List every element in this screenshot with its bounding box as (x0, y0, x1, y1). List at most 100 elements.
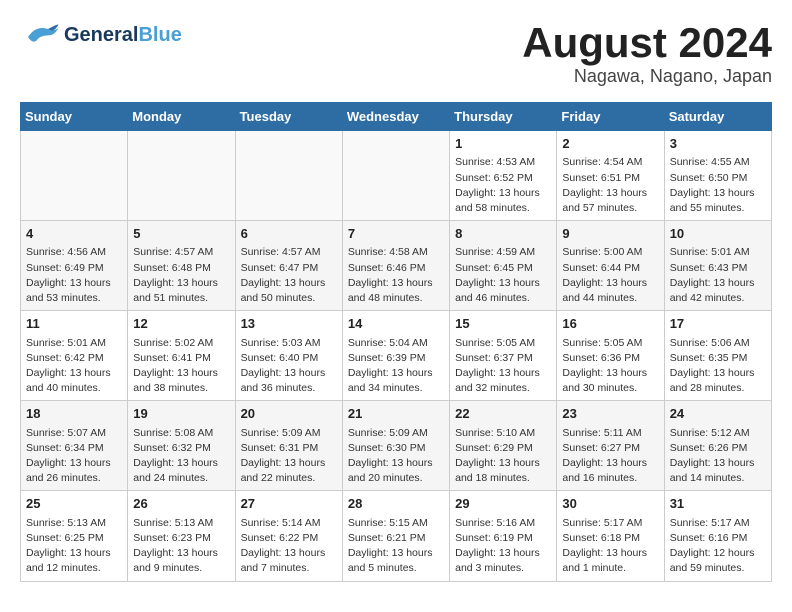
calendar-day-cell: 17Sunrise: 5:06 AM Sunset: 6:35 PM Dayli… (664, 311, 771, 401)
day-info: Sunrise: 5:15 AM Sunset: 6:21 PM Dayligh… (348, 516, 444, 577)
calendar-week-row: 18Sunrise: 5:07 AM Sunset: 6:34 PM Dayli… (21, 401, 772, 491)
calendar-day-cell: 21 Sunrise: 5:09 AM Sunset: 6:30 PM Dayli… (342, 401, 449, 491)
day-number: 25 (26, 495, 122, 513)
calendar-day-cell: 1 Sunrise: 4:53 AM Sunset: 6:52 PM Daylig… (450, 131, 557, 221)
day-number: 15 (455, 315, 551, 333)
day-number: 22 (455, 405, 551, 423)
page-header: GeneralBlue August 2024 Nagawa, Nagano, … (20, 20, 772, 87)
calendar-week-row: 11Sunrise: 5:01 AM Sunset: 6:42 PM Dayli… (21, 311, 772, 401)
day-info: Sunrise: 4:55 AM Sunset: 6:50 PM Dayligh… (670, 155, 766, 216)
calendar-day-cell: 31Sunrise: 5:17 AM Sunset: 6:16 PM Dayli… (664, 491, 771, 581)
calendar-day-cell: 5Sunrise: 4:57 AM Sunset: 6:48 PM Daylig… (128, 221, 235, 311)
calendar-day-cell: 19 Sunrise: 5:08 AM Sunset: 6:32 PM Dayli… (128, 401, 235, 491)
logo-general: General (64, 24, 138, 46)
calendar-day-cell: 6 Sunrise: 4:57 AM Sunset: 6:47 PM Daylig… (235, 221, 342, 311)
day-info: Sunrise: 4:57 AM Sunset: 6:47 PM Dayligh… (241, 245, 337, 306)
weekday-header-tuesday: Tuesday (235, 103, 342, 131)
day-number: 23 (562, 405, 658, 423)
day-number: 8 (455, 225, 551, 243)
logo: GeneralBlue (20, 20, 182, 50)
calendar-day-cell (342, 131, 449, 221)
day-number: 7 (348, 225, 444, 243)
weekday-header-wednesday: Wednesday (342, 103, 449, 131)
day-info: Sunrise: 5:00 AM Sunset: 6:44 PM Dayligh… (562, 245, 658, 306)
day-number: 10 (670, 225, 766, 243)
day-info: Sunrise: 5:17 AM Sunset: 6:18 PM Dayligh… (562, 516, 658, 577)
weekday-header-row: SundayMondayTuesdayWednesdayThursdayFrid… (21, 103, 772, 131)
month-title: August 2024 (522, 20, 772, 66)
day-info: Sunrise: 4:53 AM Sunset: 6:52 PM Dayligh… (455, 155, 551, 216)
calendar-day-cell (21, 131, 128, 221)
day-number: 19 (133, 405, 229, 423)
day-info: Sunrise: 5:02 AM Sunset: 6:41 PM Dayligh… (133, 336, 229, 397)
day-info: Sunrise: 5:10 AM Sunset: 6:29 PM Dayligh… (455, 426, 551, 487)
day-number: 17 (670, 315, 766, 333)
day-info: Sunrise: 4:56 AM Sunset: 6:49 PM Dayligh… (26, 245, 122, 306)
day-info: Sunrise: 5:01 AM Sunset: 6:43 PM Dayligh… (670, 245, 766, 306)
day-number: 4 (26, 225, 122, 243)
day-number: 6 (241, 225, 337, 243)
day-info: Sunrise: 5:13 AM Sunset: 6:23 PM Dayligh… (133, 516, 229, 577)
day-number: 3 (670, 135, 766, 153)
day-info: Sunrise: 5:09 AM Sunset: 6:30 PM Dayligh… (348, 426, 444, 487)
day-info: Sunrise: 5:11 AM Sunset: 6:27 PM Dayligh… (562, 426, 658, 487)
calendar-day-cell: 23 Sunrise: 5:11 AM Sunset: 6:27 PM Dayli… (557, 401, 664, 491)
day-info: Sunrise: 5:09 AM Sunset: 6:31 PM Dayligh… (241, 426, 337, 487)
title-block: August 2024 Nagawa, Nagano, Japan (522, 20, 772, 87)
calendar-day-cell: 26 Sunrise: 5:13 AM Sunset: 6:23 PM Dayli… (128, 491, 235, 581)
day-number: 9 (562, 225, 658, 243)
weekday-header-friday: Friday (557, 103, 664, 131)
day-number: 12 (133, 315, 229, 333)
calendar-day-cell: 24Sunrise: 5:12 AM Sunset: 6:26 PM Dayli… (664, 401, 771, 491)
day-number: 1 (455, 135, 551, 153)
calendar-day-cell: 10 Sunrise: 5:01 AM Sunset: 6:43 PM Dayli… (664, 221, 771, 311)
calendar-day-cell: 25 Sunrise: 5:13 AM Sunset: 6:25 PM Dayli… (21, 491, 128, 581)
calendar-day-cell: 14Sunrise: 5:04 AM Sunset: 6:39 PM Dayli… (342, 311, 449, 401)
calendar-week-row: 4 Sunrise: 4:56 AM Sunset: 6:49 PM Daylig… (21, 221, 772, 311)
day-info: Sunrise: 5:16 AM Sunset: 6:19 PM Dayligh… (455, 516, 551, 577)
day-info: Sunrise: 5:12 AM Sunset: 6:26 PM Dayligh… (670, 426, 766, 487)
day-info: Sunrise: 4:58 AM Sunset: 6:46 PM Dayligh… (348, 245, 444, 306)
calendar-day-cell: 8 Sunrise: 4:59 AM Sunset: 6:45 PM Daylig… (450, 221, 557, 311)
calendar-week-row: 1 Sunrise: 4:53 AM Sunset: 6:52 PM Daylig… (21, 131, 772, 221)
calendar-day-cell: 15 Sunrise: 5:05 AM Sunset: 6:37 PM Dayli… (450, 311, 557, 401)
day-number: 26 (133, 495, 229, 513)
calendar-day-cell (128, 131, 235, 221)
calendar-day-cell: 11Sunrise: 5:01 AM Sunset: 6:42 PM Dayli… (21, 311, 128, 401)
calendar-week-row: 25 Sunrise: 5:13 AM Sunset: 6:25 PM Dayli… (21, 491, 772, 581)
calendar-day-cell: 3 Sunrise: 4:55 AM Sunset: 6:50 PM Daylig… (664, 131, 771, 221)
day-number: 11 (26, 315, 122, 333)
day-info: Sunrise: 5:13 AM Sunset: 6:25 PM Dayligh… (26, 516, 122, 577)
day-number: 14 (348, 315, 444, 333)
day-info: Sunrise: 5:05 AM Sunset: 6:36 PM Dayligh… (562, 336, 658, 397)
calendar-day-cell: 13Sunrise: 5:03 AM Sunset: 6:40 PM Dayli… (235, 311, 342, 401)
day-info: Sunrise: 4:54 AM Sunset: 6:51 PM Dayligh… (562, 155, 658, 216)
calendar-day-cell: 7 Sunrise: 4:58 AM Sunset: 6:46 PM Daylig… (342, 221, 449, 311)
day-info: Sunrise: 5:03 AM Sunset: 6:40 PM Dayligh… (241, 336, 337, 397)
day-number: 27 (241, 495, 337, 513)
day-info: Sunrise: 5:14 AM Sunset: 6:22 PM Dayligh… (241, 516, 337, 577)
day-info: Sunrise: 4:57 AM Sunset: 6:48 PM Dayligh… (133, 245, 229, 306)
weekday-header-saturday: Saturday (664, 103, 771, 131)
calendar-day-cell: 4 Sunrise: 4:56 AM Sunset: 6:49 PM Daylig… (21, 221, 128, 311)
calendar-day-cell: 20Sunrise: 5:09 AM Sunset: 6:31 PM Dayli… (235, 401, 342, 491)
day-number: 30 (562, 495, 658, 513)
day-info: Sunrise: 4:59 AM Sunset: 6:45 PM Dayligh… (455, 245, 551, 306)
calendar-day-cell: 28 Sunrise: 5:15 AM Sunset: 6:21 PM Dayli… (342, 491, 449, 581)
day-number: 16 (562, 315, 658, 333)
calendar-day-cell: 2 Sunrise: 4:54 AM Sunset: 6:51 PM Daylig… (557, 131, 664, 221)
location: Nagawa, Nagano, Japan (522, 66, 772, 87)
day-info: Sunrise: 5:08 AM Sunset: 6:32 PM Dayligh… (133, 426, 229, 487)
day-number: 28 (348, 495, 444, 513)
logo-bird-icon (20, 20, 60, 50)
calendar-day-cell (235, 131, 342, 221)
day-info: Sunrise: 5:05 AM Sunset: 6:37 PM Dayligh… (455, 336, 551, 397)
day-number: 2 (562, 135, 658, 153)
calendar-table: SundayMondayTuesdayWednesdayThursdayFrid… (20, 102, 772, 581)
day-info: Sunrise: 5:07 AM Sunset: 6:34 PM Dayligh… (26, 426, 122, 487)
weekday-header-sunday: Sunday (21, 103, 128, 131)
day-number: 21 (348, 405, 444, 423)
weekday-header-monday: Monday (128, 103, 235, 131)
calendar-day-cell: 27 Sunrise: 5:14 AM Sunset: 6:22 PM Dayli… (235, 491, 342, 581)
day-info: Sunrise: 5:17 AM Sunset: 6:16 PM Dayligh… (670, 516, 766, 577)
